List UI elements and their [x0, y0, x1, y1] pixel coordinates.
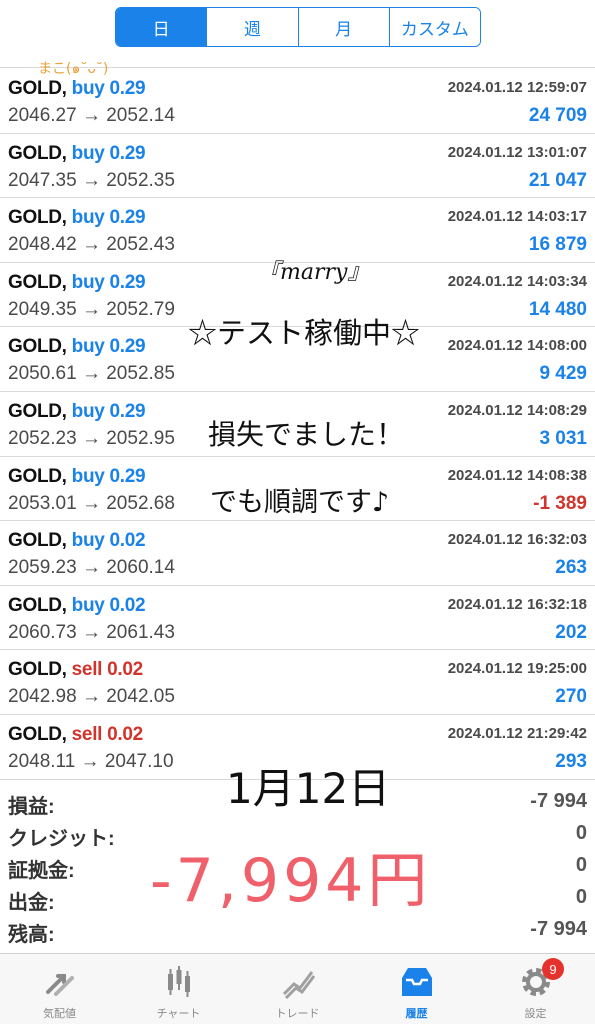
trade-symbol: GOLD, buy 0.29 [8, 78, 146, 99]
trade-prices: 2046.27 → 2052.14 [8, 105, 175, 126]
loss-annotation: 損失でました！ [208, 418, 405, 451]
period-tab-week[interactable]: 週 [206, 8, 298, 46]
trade-profit: 3 031 [539, 427, 587, 449]
trade-prices: 2059.23 → 2060.14 [8, 557, 175, 579]
tab-chart[interactable]: チャート [119, 954, 238, 1024]
bottom-tab-bar: 気配値 チャート トレード 履歴 9 設定 [0, 953, 595, 1024]
summary-value: 0 [575, 886, 587, 908]
summary-label: 損益: [8, 796, 55, 818]
trade-symbol: GOLD, buy 0.29 [8, 336, 146, 358]
trade-type: buy 0.29 [71, 400, 146, 422]
trade-prices: 2047.35 → 2052.35 [8, 169, 175, 191]
period-tab-custom[interactable]: カスタム [388, 8, 480, 46]
trade-type: buy 0.02 [71, 594, 146, 616]
period-segmented-control: 日 週 月 カスタム [115, 7, 481, 47]
chart-icon [159, 962, 199, 1002]
trade-type: buy 0.02 [71, 530, 146, 552]
history-icon [397, 962, 437, 1002]
trade-profit: 293 [555, 750, 587, 772]
trade-prices: 2048.42 → 2052.43 [8, 234, 175, 256]
trade-profit: 270 [555, 686, 587, 708]
trade-symbol: GOLD, buy 0.29 [8, 142, 146, 164]
trade-type: sell 0.02 [71, 659, 144, 681]
trade-symbol: GOLD, buy 0.02 [8, 530, 146, 552]
trade-type: buy 0.29 [71, 336, 146, 358]
trade-type: buy 0.29 [71, 271, 146, 293]
trade-row[interactable]: GOLD, buy 0.29 2024.01.12 13:01:07 2047.35… [0, 134, 595, 199]
tab-label: 設定 [524, 1008, 547, 1020]
trade-type: buy 0.29 [71, 465, 146, 487]
trade-type: sell 0.02 [71, 723, 144, 745]
trade-profit: -1 389 [533, 492, 587, 514]
tab-settings[interactable]: 9 設定 [476, 954, 595, 1024]
summary-value: 0 [575, 854, 587, 876]
trade-prices: 2048.11 → 2047.10 [8, 750, 174, 772]
tab-label: トレード [275, 1008, 320, 1020]
trade-row[interactable]: GOLD, buy 0.02 2024.01.12 16:32:03 2059.23… [0, 521, 595, 586]
marry-annotation: 『marry』 [258, 260, 370, 285]
trade-time: 2024.01.12 14:08:00 [447, 337, 587, 355]
trade-prices: 2053.01 → 2052.68 [8, 492, 175, 514]
tab-history[interactable]: 履歴 [357, 954, 476, 1024]
trade-time: 2024.01.12 12:59:07 [447, 79, 587, 96]
trade-profit: 21 047 [528, 169, 587, 191]
summary-value: 0 [575, 822, 587, 844]
summary-value: -7 994 [530, 918, 587, 940]
trade-profit: 263 [555, 557, 587, 579]
summary-label: 証拠金: [8, 860, 75, 882]
period-selector-bar: 日 週 月 カスタム [0, 0, 595, 56]
summary-label: 出金: [8, 892, 55, 914]
tab-quotes[interactable]: 気配値 [0, 954, 119, 1024]
trade-symbol: GOLD, sell 0.02 [8, 659, 143, 681]
period-tab-month[interactable]: 月 [297, 8, 389, 46]
trade-type: buy 0.29 [71, 78, 146, 99]
trade-symbol: GOLD, buy 0.29 [8, 207, 146, 229]
summary-label: クレジット: [8, 828, 115, 850]
tab-label: 履歴 [405, 1008, 428, 1020]
trade-profit: 9 429 [539, 363, 587, 385]
period-tab-day[interactable]: 日 [116, 8, 207, 46]
trade-row[interactable]: GOLD, sell 0.02 2024.01.12 19:25:00 2042.9… [0, 650, 595, 715]
trade-type: buy 0.29 [71, 207, 146, 229]
summary-value: -7 994 [530, 790, 587, 812]
trade-time: 2024.01.12 16:32:18 [447, 595, 587, 613]
trade-time: 2024.01.12 13:01:07 [447, 143, 587, 161]
trade-time: 2024.01.12 16:32:03 [447, 531, 587, 549]
trade-time: 2024.01.12 21:29:42 [447, 724, 587, 742]
trade-time: 2024.01.12 14:03:17 [447, 208, 587, 226]
trade-time: 2024.01.12 14:03:34 [447, 272, 587, 290]
date-annotation: 1月12日 [226, 764, 391, 813]
trade-prices: 2042.98 → 2042.05 [8, 686, 175, 708]
notification-badge: 9 [542, 958, 564, 980]
tab-label: 気配値 [43, 1008, 76, 1020]
test-running-annotation: ☆テスト稼働中☆ [188, 316, 421, 350]
signature-annotation: まこ(๑˘ᴗ˘) [38, 61, 109, 77]
trade-profit: 24 709 [528, 105, 587, 126]
trade-symbol: GOLD, buy 0.02 [8, 594, 146, 616]
trade-row[interactable]: GOLD, buy 0.02 2024.01.12 16:32:18 2060.73… [0, 586, 595, 651]
going-well-annotation: でも順調です♪ [210, 487, 390, 518]
trade-time: 2024.01.12 14:08:38 [447, 466, 587, 484]
trade-icon [278, 962, 318, 1002]
trade-prices: 2049.35 → 2052.79 [8, 298, 175, 320]
trade-time: 2024.01.12 19:25:00 [447, 660, 587, 678]
trade-prices: 2060.73 → 2061.43 [8, 621, 175, 643]
trade-symbol: GOLD, sell 0.02 [8, 723, 144, 745]
quotes-icon [40, 962, 80, 1002]
trade-time: 2024.01.12 14:08:29 [447, 401, 587, 419]
trade-prices: 2050.61 → 2052.85 [8, 363, 175, 385]
summary-label: 残高: [8, 924, 55, 946]
tab-label: チャート [156, 1008, 201, 1020]
trade-prices: 2052.23 → 2052.95 [8, 427, 175, 449]
trade-symbol: GOLD, buy 0.29 [8, 271, 146, 293]
trade-symbol: GOLD, buy 0.29 [8, 400, 146, 422]
trade-profit: 16 879 [528, 234, 587, 256]
trade-symbol: GOLD, buy 0.29 [8, 465, 146, 487]
trade-profit: 14 480 [528, 298, 587, 320]
trade-profit: 202 [555, 621, 587, 643]
total-annotation: -7,994円 [150, 846, 432, 916]
tab-trade[interactable]: トレード [238, 954, 357, 1024]
trade-type: buy 0.29 [71, 142, 146, 164]
